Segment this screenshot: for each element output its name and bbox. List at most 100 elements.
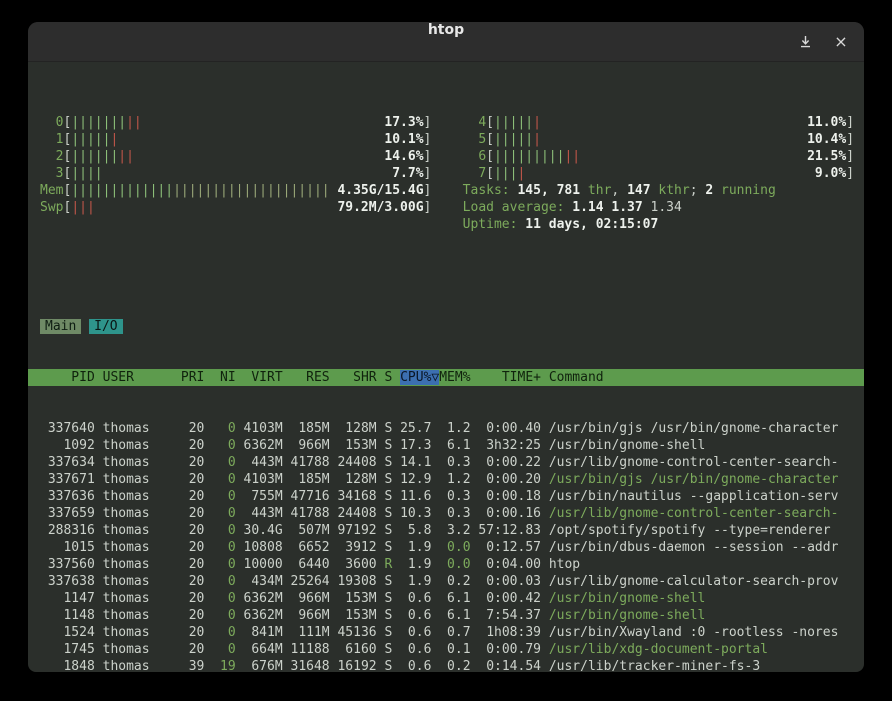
cell-command: /usr/bin/dbus-daemon --session --addr bbox=[549, 540, 839, 555]
cell-mem: 6.1 bbox=[439, 438, 478, 453]
screen-tab-bar: Main I/O bbox=[28, 318, 864, 335]
uptime: Uptime: 11 days, 02:15:07 bbox=[463, 217, 659, 232]
cell-time: 0:00.16 bbox=[478, 506, 548, 521]
terminal: 0[||||||||| 17.3%] 4[|||||| 11.0%] 1[|||… bbox=[28, 62, 864, 672]
process-row[interactable]: 337634 thomas 20 0 443M 41788 24408 S 14… bbox=[28, 454, 864, 471]
blank-line bbox=[28, 267, 864, 284]
cell-command: /usr/bin/gjs /usr/bin/gnome-character bbox=[549, 472, 839, 487]
cell-state: S bbox=[384, 659, 400, 672]
meter-label: 6 bbox=[463, 149, 486, 164]
cell-pid: 1092 bbox=[40, 438, 103, 453]
process-row[interactable]: 337636 thomas 20 0 755M 47716 34168 S 11… bbox=[28, 488, 864, 505]
column-header-shr[interactable]: SHR bbox=[337, 370, 384, 385]
process-row[interactable]: 337560 thomas 20 0 10000 6440 3600 R 1.9… bbox=[28, 556, 864, 573]
process-row[interactable]: 337640 thomas 20 0 4103M 185M 128M S 25.… bbox=[28, 420, 864, 437]
process-row[interactable]: 337671 thomas 20 0 4103M 185M 128M S 12.… bbox=[28, 471, 864, 488]
tab-io[interactable]: I/O bbox=[89, 319, 122, 334]
mem-tasks-row: Mem[||||||||||||||||||||||||||||||||| 4.… bbox=[28, 182, 864, 199]
cell-res: 11188 bbox=[291, 642, 338, 657]
cell-mem: 0.3 bbox=[439, 489, 478, 504]
cell-ni: 0 bbox=[212, 591, 243, 606]
process-row[interactable]: 337638 thomas 20 0 434M 25264 19308 S 1.… bbox=[28, 573, 864, 590]
cell-state: S bbox=[384, 489, 400, 504]
cell-pid: 337638 bbox=[40, 574, 103, 589]
meter-label: 7 bbox=[463, 166, 486, 181]
meter-bar: |||| bbox=[71, 166, 102, 181]
cell-virt: 443M bbox=[244, 455, 291, 470]
cpu-meter-7: 7[|||| 9.0%] bbox=[463, 166, 854, 181]
process-row[interactable]: 1147 thomas 20 0 6362M 966M 153M S 0.6 6… bbox=[28, 590, 864, 607]
cell-time: 0:00.03 bbox=[478, 574, 548, 589]
meter-bar: ||||| bbox=[494, 115, 533, 130]
column-header-cpu[interactable]: CPU%▽ bbox=[400, 370, 439, 385]
meter-value: 10.1% bbox=[384, 132, 423, 147]
cell-res: 966M bbox=[291, 608, 338, 623]
tab-main[interactable]: Main bbox=[40, 319, 81, 334]
cpu-meter-0: 0[||||||||| 17.3%] bbox=[40, 115, 431, 130]
cell-cpu: 10.3 bbox=[400, 506, 439, 521]
column-header-ni[interactable]: NI bbox=[212, 370, 243, 385]
cell-state: S bbox=[384, 608, 400, 623]
meter-bar: ||| bbox=[494, 166, 517, 181]
column-header-virt[interactable]: VIRT bbox=[244, 370, 291, 385]
process-row[interactable]: 1148 thomas 20 0 6362M 966M 153M S 0.6 6… bbox=[28, 607, 864, 624]
cell-ni: 0 bbox=[212, 608, 243, 623]
cell-state: S bbox=[384, 591, 400, 606]
cell-res: 185M bbox=[291, 421, 338, 436]
column-header-mem[interactable]: MEM% bbox=[439, 370, 478, 385]
cell-cpu: 1.9 bbox=[400, 574, 439, 589]
cell-state: S bbox=[384, 642, 400, 657]
cell-pri: 20 bbox=[181, 642, 212, 657]
process-row[interactable]: 1848 thomas 39 19 676M 31648 16192 S 0.6… bbox=[28, 658, 864, 672]
cell-cpu: 11.6 bbox=[400, 489, 439, 504]
column-header-command[interactable]: Command bbox=[549, 370, 604, 385]
cell-state: R bbox=[384, 557, 400, 572]
cell-user: thomas bbox=[103, 506, 181, 521]
process-row[interactable]: 337659 thomas 20 0 443M 41788 24408 S 10… bbox=[28, 505, 864, 522]
cell-time: 7:54.37 bbox=[478, 608, 548, 623]
process-row[interactable]: 1092 thomas 20 0 6362M 966M 153M S 17.3 … bbox=[28, 437, 864, 454]
cell-cpu: 0.6 bbox=[400, 591, 439, 606]
column-header-user[interactable]: USER bbox=[103, 370, 181, 385]
cell-cpu: 17.3 bbox=[400, 438, 439, 453]
cell-time: 0:04.00 bbox=[478, 557, 548, 572]
cell-pid: 337634 bbox=[40, 455, 103, 470]
cell-shr: 3600 bbox=[337, 557, 384, 572]
cell-command: /usr/bin/gjs /usr/bin/gnome-character bbox=[549, 421, 839, 436]
cell-res: 6440 bbox=[291, 557, 338, 572]
column-header-time[interactable]: TIME+ bbox=[478, 370, 548, 385]
cell-cpu: 14.1 bbox=[400, 455, 439, 470]
cell-shr: 97192 bbox=[337, 523, 384, 538]
cell-shr: 128M bbox=[337, 421, 384, 436]
cell-pid: 1745 bbox=[40, 642, 103, 657]
cell-mem: 0.0 bbox=[439, 540, 478, 555]
cell-ni: 0 bbox=[212, 421, 243, 436]
cell-virt: 755M bbox=[244, 489, 291, 504]
process-row[interactable]: 1524 thomas 20 0 841M 111M 45136 S 0.6 0… bbox=[28, 624, 864, 641]
cell-time: 0:00.20 bbox=[478, 472, 548, 487]
column-header-state[interactable]: S bbox=[384, 370, 400, 385]
cell-virt: 443M bbox=[244, 506, 291, 521]
process-row[interactable]: 288316 thomas 20 0 30.4G 507M 97192 S 5.… bbox=[28, 522, 864, 539]
meter-value: 11.0% bbox=[807, 115, 846, 130]
cell-virt: 664M bbox=[244, 642, 291, 657]
meter-label: 1 bbox=[40, 132, 63, 147]
cell-res: 966M bbox=[291, 591, 338, 606]
column-header-pri[interactable]: PRI bbox=[181, 370, 212, 385]
download-button[interactable] bbox=[796, 33, 814, 51]
column-header-pid[interactable]: PID bbox=[40, 370, 103, 385]
window-title: htop bbox=[28, 22, 864, 61]
cell-pid: 288316 bbox=[40, 523, 103, 538]
close-button[interactable]: × bbox=[832, 33, 850, 51]
titlebar[interactable]: htop × bbox=[28, 22, 864, 62]
cell-user: thomas bbox=[103, 489, 181, 504]
cell-ni: 0 bbox=[212, 506, 243, 521]
cell-user: thomas bbox=[103, 591, 181, 606]
cell-res: 41788 bbox=[291, 455, 338, 470]
process-row[interactable]: 1015 thomas 20 0 10808 6652 3912 S 1.9 0… bbox=[28, 539, 864, 556]
cell-mem: 0.3 bbox=[439, 455, 478, 470]
cell-cpu: 1.9 bbox=[400, 540, 439, 555]
process-row[interactable]: 1745 thomas 20 0 664M 11188 6160 S 0.6 0… bbox=[28, 641, 864, 658]
column-header-res[interactable]: RES bbox=[291, 370, 338, 385]
cell-pri: 20 bbox=[181, 438, 212, 453]
